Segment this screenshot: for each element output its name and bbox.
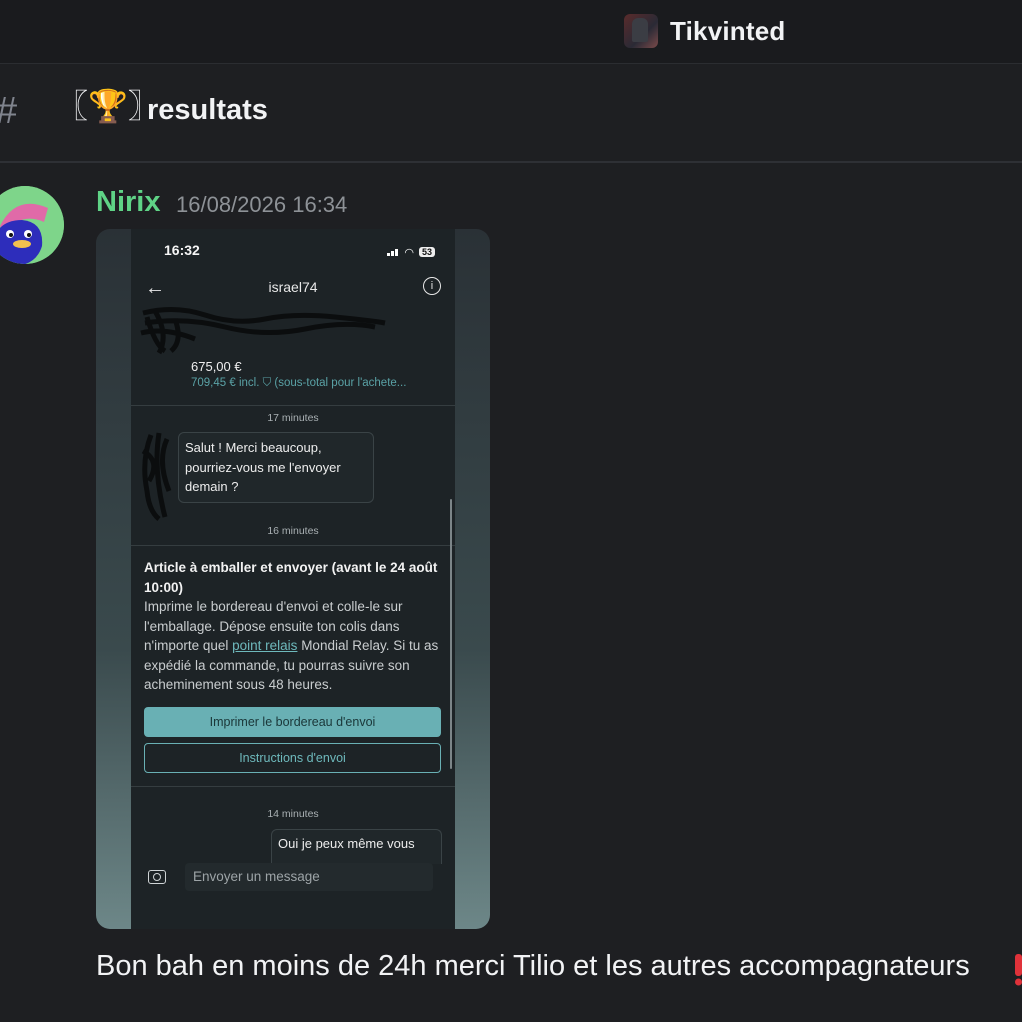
phone-scrollbar xyxy=(450,499,452,769)
exclamation-emoji-icon xyxy=(1015,954,1022,986)
phone-time: 16:32 xyxy=(164,242,200,258)
phone-message-input: Envoyer un message xyxy=(185,863,433,891)
shipping-card-title: Article à emballer et envoyer (avant le … xyxy=(144,560,438,595)
phone-compose-bar: Envoyer un message xyxy=(131,859,455,899)
item-summary: 675,00 € 709,45 € incl. ⛉ (sous-total po… xyxy=(131,307,455,406)
print-label-button: Imprimer le bordereau d'envoi xyxy=(144,707,441,737)
wifi-icon: ◠ xyxy=(404,246,414,259)
server-avatar-icon xyxy=(624,14,658,48)
server-name: Tikvinted xyxy=(670,15,786,46)
author-avatar[interactable] xyxy=(0,186,64,264)
point-relais-link: point relais xyxy=(232,638,298,653)
message-text: Bon bah en moins de 24h merci Tilio et l… xyxy=(96,950,970,982)
chat-bubble-received: Salut ! Merci beaucoup, pourriez-vous me… xyxy=(178,432,374,503)
channel-header: # 〖🏆〗 resultats xyxy=(0,64,1022,163)
channel-emoji: 〖🏆〗 xyxy=(56,88,160,124)
server-title[interactable]: Tikvinted xyxy=(624,14,785,48)
message-timestamp: 16/08/2026 16:34 xyxy=(176,192,348,217)
author-name[interactable]: Nirix xyxy=(96,186,160,219)
item-price-incl: 709,45 € incl. ⛉ (sous-total pour l'ache… xyxy=(191,377,407,389)
chat-time-label: 16 minutes xyxy=(267,525,319,537)
shipping-card-body: Imprime le bordereau d'envoi et colle-le… xyxy=(144,597,444,695)
camera-icon xyxy=(148,870,166,884)
phone-chat-header: ← israel74 i xyxy=(131,273,455,309)
phone-screenshot: 16:32 ◠ 53 ← israel74 i 675,00 € 709,45 … xyxy=(131,229,455,929)
shipping-card: Article à emballer et envoyer (avant le … xyxy=(131,545,455,787)
redaction-scribble xyxy=(140,307,386,355)
info-icon: i xyxy=(423,277,441,295)
image-attachment[interactable]: 16:32 ◠ 53 ← israel74 i 675,00 € 709,45 … xyxy=(96,229,490,929)
chat-time-label: 17 minutes xyxy=(267,412,319,424)
channel-name[interactable]: resultats xyxy=(147,94,268,127)
chat-time-label: 14 minutes xyxy=(267,808,319,820)
chat-username: israel74 xyxy=(268,279,318,295)
signal-icon xyxy=(387,243,399,261)
channel-hash-icon: # xyxy=(0,92,17,130)
phone-status-bar: 16:32 ◠ 53 xyxy=(131,229,455,273)
battery-icon: 53 xyxy=(418,247,435,257)
shipping-instructions-button: Instructions d'envoi xyxy=(144,743,441,773)
server-header: Tikvinted xyxy=(0,0,1022,64)
item-price: 675,00 € xyxy=(191,359,242,374)
phone-status-icons: ◠ 53 xyxy=(387,243,435,261)
